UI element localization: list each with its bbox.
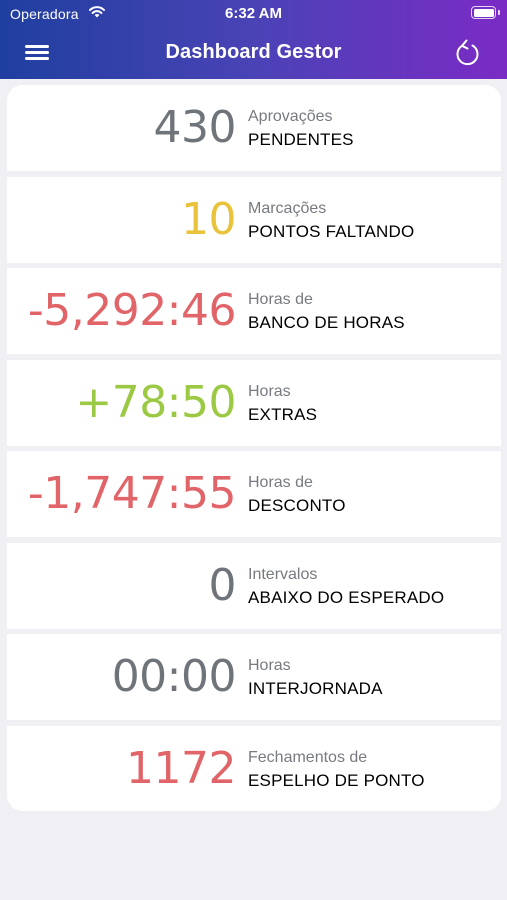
dashboard-card[interactable]: 1172 Fechamentos de ESPELHO DE PONTO <box>7 726 501 811</box>
card-label-top: Intervalos <box>248 566 318 583</box>
card-label-bottom: INTERJORNADA <box>248 679 383 698</box>
card-label-top: Horas <box>248 657 291 674</box>
card-label-bottom: ABAIXO DO ESPERADO <box>248 588 445 607</box>
top-bar: Operadora 6:32 AM Dashboard Gestor <box>0 0 507 79</box>
card-label-bottom: PONTOS FALTANDO <box>248 222 415 241</box>
card-value: -5,292:46 <box>27 285 237 336</box>
card-label-top: Aprovações <box>248 108 333 125</box>
page-title: Dashboard Gestor <box>165 41 342 63</box>
card-label-bottom: PENDENTES <box>248 130 354 149</box>
card-label-bottom: DESCONTO <box>248 496 346 515</box>
dashboard-card[interactable]: 430 Aprovações PENDENTES <box>7 85 501 177</box>
status-time: 6:32 AM <box>225 5 282 22</box>
card-value: 10 <box>181 194 237 245</box>
card-value: 00:00 <box>111 651 237 702</box>
card-value: 0 <box>208 560 237 611</box>
navigation-bar: Dashboard Gestor <box>0 28 507 79</box>
dashboard-card[interactable]: -5,292:46 Horas de BANCO DE HORAS <box>7 268 501 360</box>
card-value: 430 <box>153 102 237 153</box>
card-label-bottom: EXTRAS <box>248 405 318 424</box>
card-value: -1,747:55 <box>27 468 237 519</box>
status-bar: Operadora 6:32 AM <box>0 0 507 28</box>
refresh-icon[interactable] <box>453 36 483 68</box>
card-label-top: Fechamentos de <box>248 749 368 766</box>
dashboard-card[interactable]: -1,747:55 Horas de DESCONTO <box>7 451 501 543</box>
dashboard-card[interactable]: +78:50 Horas EXTRAS <box>7 360 501 452</box>
card-label-top: Marcações <box>248 200 327 217</box>
dashboard-card[interactable]: 10 Marcações PONTOS FALTANDO <box>7 177 501 269</box>
card-value: +78:50 <box>75 377 236 428</box>
card-label-top: Horas de <box>248 291 313 308</box>
card-value: 1172 <box>126 743 236 794</box>
dashboard-card[interactable]: 00:00 Horas INTERJORNADA <box>7 634 501 726</box>
battery-cap <box>498 10 500 15</box>
dashboard-card[interactable]: 0 Intervalos ABAIXO DO ESPERADO <box>7 543 501 635</box>
battery-icon <box>471 6 496 19</box>
dashboard-card-list: 430 Aprovações PENDENTES 10 Marcações PONTOS … <box>7 85 501 811</box>
card-label-top: Horas <box>248 383 291 400</box>
card-label-top: Horas de <box>248 474 313 491</box>
card-label-bottom: ESPELHO DE PONTO <box>248 771 425 790</box>
card-label-bottom: BANCO DE HORAS <box>248 313 405 332</box>
